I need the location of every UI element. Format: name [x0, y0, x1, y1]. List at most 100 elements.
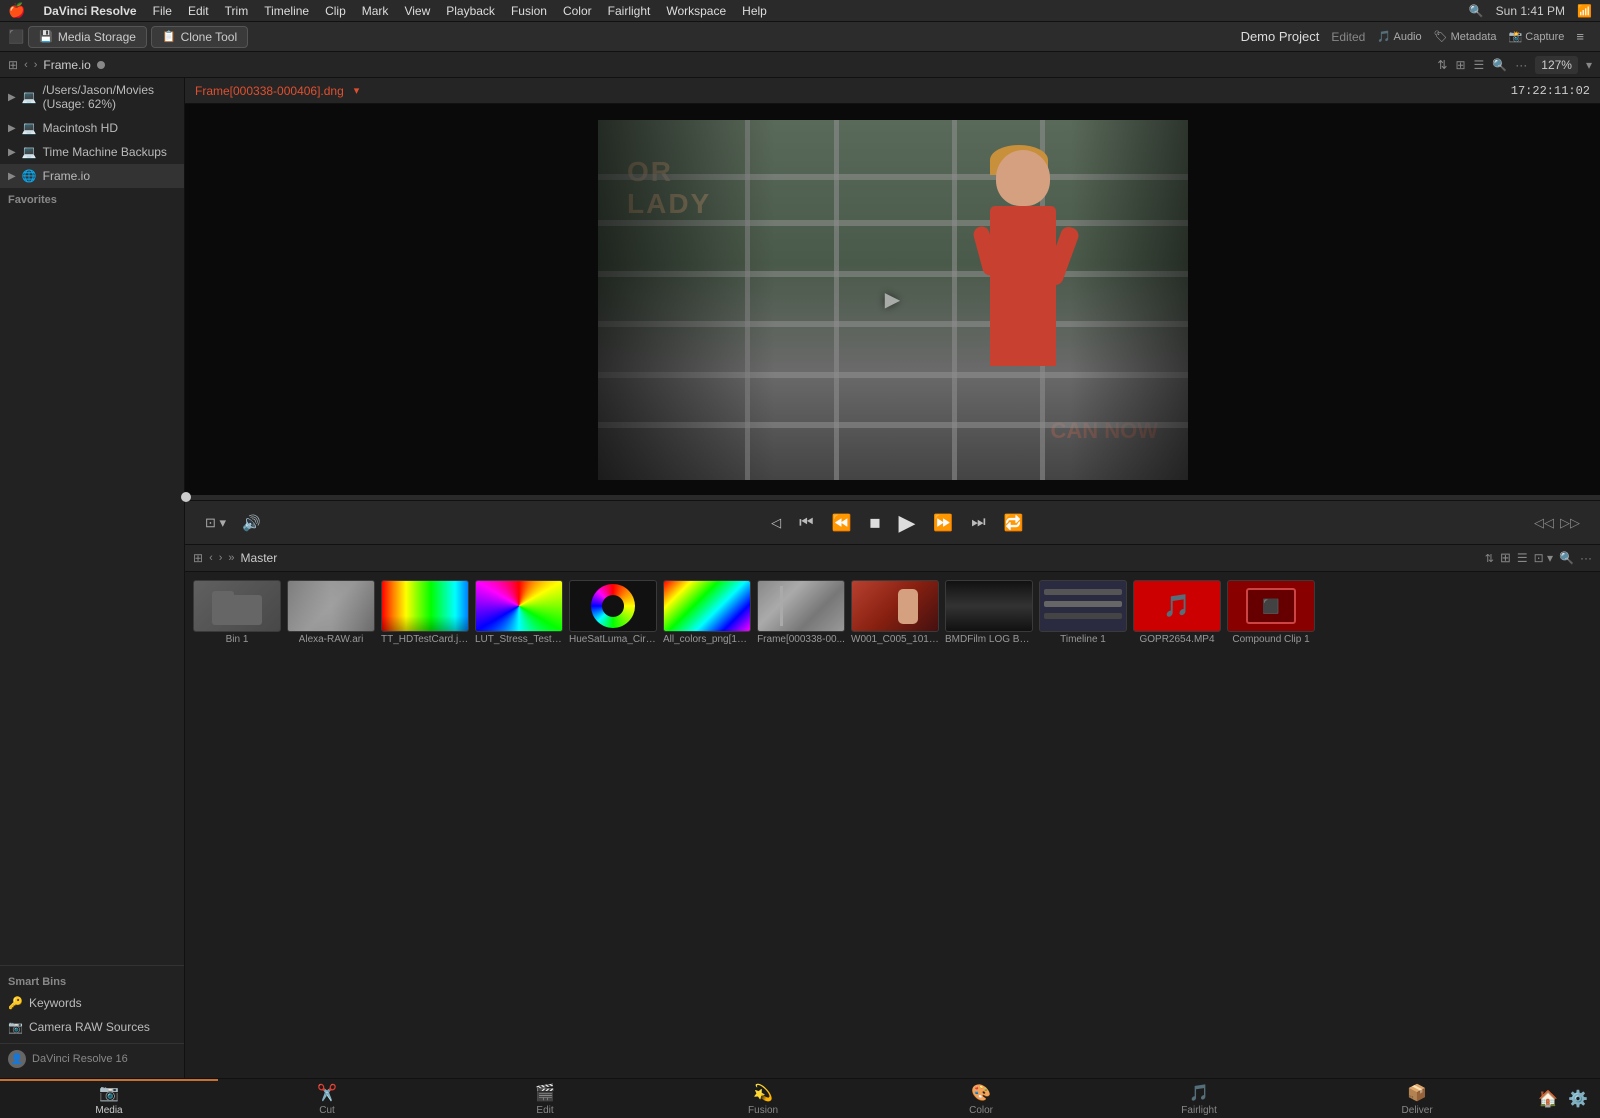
- media-view-toggle[interactable]: ⊞: [193, 551, 203, 565]
- media-item-w001[interactable]: W001_C005_1014...: [851, 580, 939, 645]
- media-bin-label: Master: [241, 551, 278, 565]
- nav-item-cut[interactable]: ✂️ Cut: [218, 1079, 436, 1118]
- scrubber-handle[interactable]: [181, 492, 191, 502]
- nav-item-color[interactable]: 🎨 Color: [872, 1079, 1090, 1118]
- media-toolbar-right: ⇅ ⊞ ☰ ⊡ ▾ 🔍 ···: [1485, 550, 1592, 566]
- media-item-testcard[interactable]: TT_HDTestCard.jpg: [381, 580, 469, 645]
- media-nav-label: Media: [95, 1105, 122, 1116]
- menu-workspace[interactable]: Workspace: [660, 4, 732, 18]
- menu-app[interactable]: DaVinci Resolve: [37, 4, 142, 18]
- sidebar-item-macintosh[interactable]: ▶ 💻 Macintosh HD: [0, 116, 184, 140]
- media-search-btn[interactable]: 🔍: [1559, 551, 1574, 565]
- tab-media-storage[interactable]: 💾 Media Storage: [28, 26, 147, 48]
- preview-filename-dropdown[interactable]: ▾: [354, 84, 360, 97]
- media-nav-back[interactable]: ‹: [209, 552, 213, 564]
- sidebar-item-timemachine[interactable]: ▶ 💻 Time Machine Backups: [0, 140, 184, 164]
- collapse-arrow-icon: ▶: [8, 147, 16, 158]
- next-clip-btn[interactable]: ▷▷: [1560, 515, 1580, 531]
- breadcrumb-bar: ⊞ ‹ › Frame.io ⇅ ⊞ ☰ 🔍 ··· 127% ▾: [0, 52, 1600, 78]
- menu-timeline[interactable]: Timeline: [258, 4, 315, 18]
- media-grid-btn[interactable]: ⊞: [1500, 550, 1511, 566]
- more-btn[interactable]: ≡: [1576, 29, 1584, 44]
- play-button-overlay[interactable]: ▶: [885, 287, 900, 312]
- nav-item-edit[interactable]: 🎬 Edit: [436, 1079, 654, 1118]
- menu-search-icon[interactable]: 🔍: [1469, 4, 1484, 18]
- menu-trim[interactable]: Trim: [219, 4, 255, 18]
- settings-btn[interactable]: ⚙️: [1568, 1089, 1588, 1109]
- media-item-gopro[interactable]: 🎵 GOPR2654.MP4: [1133, 580, 1221, 645]
- nav-back-icon[interactable]: ‹: [24, 59, 28, 71]
- sidebar-item-frameio[interactable]: ▶ 🌐 Frame.io: [0, 164, 184, 188]
- stop-btn[interactable]: ⏹: [863, 506, 886, 540]
- media-item-timeline1[interactable]: Timeline 1: [1039, 580, 1127, 645]
- scrubber-bar[interactable]: [185, 495, 1600, 500]
- nav-item-deliver[interactable]: 📦 Deliver: [1308, 1079, 1526, 1118]
- menu-playback[interactable]: Playback: [440, 4, 501, 18]
- menu-edit[interactable]: Edit: [182, 4, 215, 18]
- home-btn[interactable]: 🏠: [1538, 1089, 1558, 1109]
- media-item-allcolors[interactable]: All_colors_png[16-...: [663, 580, 751, 645]
- menu-help[interactable]: Help: [736, 4, 773, 18]
- zoom-level[interactable]: 127%: [1535, 56, 1578, 74]
- media-more-btn[interactable]: ···: [1580, 551, 1592, 565]
- skip-back-btn[interactable]: ⏮: [793, 510, 819, 536]
- transport-bar: ⊡ ▾ 🔊 ◁ ⏮ ⏪ ⏹ ▶ ⏩ ⏭ 🔁 ◁◁ ▷▷: [185, 500, 1600, 544]
- edit-nav-label: Edit: [536, 1105, 553, 1116]
- grid-view-icon[interactable]: ⊞: [1455, 58, 1465, 72]
- collapse-arrow-icon: ▶: [8, 123, 16, 134]
- prev-frame-btn[interactable]: ◁: [765, 511, 787, 535]
- play-btn[interactable]: ▶: [892, 506, 921, 540]
- volume-btn[interactable]: 🔊: [242, 514, 261, 532]
- menu-fusion[interactable]: Fusion: [505, 4, 553, 18]
- media-item-frame338[interactable]: Frame[000338-00...: [757, 580, 845, 645]
- loop-btn[interactable]: 🔁: [998, 509, 1030, 537]
- capture-btn[interactable]: 📸 Capture: [1509, 30, 1565, 43]
- media-list-btn[interactable]: ☰: [1517, 551, 1528, 565]
- media-item-bin1[interactable]: Bin 1: [193, 580, 281, 645]
- media-item-frame338-label: Frame[000338-00...: [757, 634, 845, 645]
- step-back-btn[interactable]: ⏪: [826, 509, 858, 537]
- sidebar-item-keywords[interactable]: 🔑 Keywords: [0, 991, 184, 1015]
- menu-fairlight[interactable]: Fairlight: [602, 4, 657, 18]
- nav-forward-icon[interactable]: ›: [34, 59, 38, 71]
- audio-btn[interactable]: 🎵 Audio: [1377, 30, 1421, 43]
- media-item-bmdfilm[interactable]: BMDFilm LOG BM...: [945, 580, 1033, 645]
- media-view-btn[interactable]: ⊡ ▾: [1534, 551, 1553, 565]
- view-btn[interactable]: ⊡ ▾: [205, 515, 226, 531]
- menu-file[interactable]: File: [147, 4, 178, 18]
- media-nav-fwd[interactable]: ›: [219, 552, 223, 564]
- zoom-dropdown-icon[interactable]: ▾: [1586, 58, 1592, 72]
- sidebar-item-camera-raw[interactable]: 📷 Camera RAW Sources: [0, 1015, 184, 1039]
- apple-logo-icon[interactable]: 🍎: [8, 2, 25, 19]
- media-item-compound[interactable]: ⬛ Compound Clip 1: [1227, 580, 1315, 645]
- media-item-alexa[interactable]: Alexa-RAW.ari: [287, 580, 375, 645]
- nav-item-fusion[interactable]: 💫 Fusion: [654, 1079, 872, 1118]
- media-item-timeline1-label: Timeline 1: [1060, 634, 1106, 645]
- media-item-lut[interactable]: LUT_Stress_Test_...: [475, 580, 563, 645]
- keywords-label: Keywords: [29, 996, 82, 1010]
- menu-view[interactable]: View: [398, 4, 436, 18]
- menu-mark[interactable]: Mark: [356, 4, 395, 18]
- sort-icon[interactable]: ⇅: [1437, 58, 1447, 72]
- step-fwd-btn[interactable]: ⏩: [927, 509, 959, 537]
- cut-nav-icon: ✂️: [317, 1083, 337, 1103]
- prev-clip-btn[interactable]: ◁◁: [1534, 515, 1554, 531]
- media-nav-more[interactable]: »: [228, 552, 234, 564]
- list-view-icon[interactable]: ☰: [1474, 58, 1485, 72]
- media-item-gopro-label: GOPR2654.MP4: [1139, 634, 1214, 645]
- media-item-huesat[interactable]: HueSatLuma_Circ...: [569, 580, 657, 645]
- search-icon[interactable]: 🔍: [1492, 58, 1507, 72]
- sidebar-toggle-icon[interactable]: ⊞: [8, 58, 18, 72]
- menu-clip[interactable]: Clip: [319, 4, 352, 18]
- nav-item-media[interactable]: 📷 Media: [0, 1079, 218, 1118]
- metadata-btn[interactable]: 🏷 Metadata: [1434, 30, 1497, 43]
- more-options-icon[interactable]: ···: [1515, 58, 1527, 72]
- preview-filename[interactable]: Frame[000338-000406].dng: [195, 84, 344, 98]
- media-sort-btn[interactable]: ⇅: [1485, 552, 1494, 565]
- menu-color[interactable]: Color: [557, 4, 598, 18]
- tab-clone-tool[interactable]: 📋 Clone Tool: [151, 26, 248, 48]
- nav-item-fairlight[interactable]: 🎵 Fairlight: [1090, 1079, 1308, 1118]
- skip-fwd-btn[interactable]: ⏭: [965, 510, 991, 536]
- breadcrumb-text[interactable]: Frame.io: [43, 58, 90, 72]
- sidebar-item-movies[interactable]: ▶ 💻 /Users/Jason/Movies (Usage: 62%): [0, 78, 184, 116]
